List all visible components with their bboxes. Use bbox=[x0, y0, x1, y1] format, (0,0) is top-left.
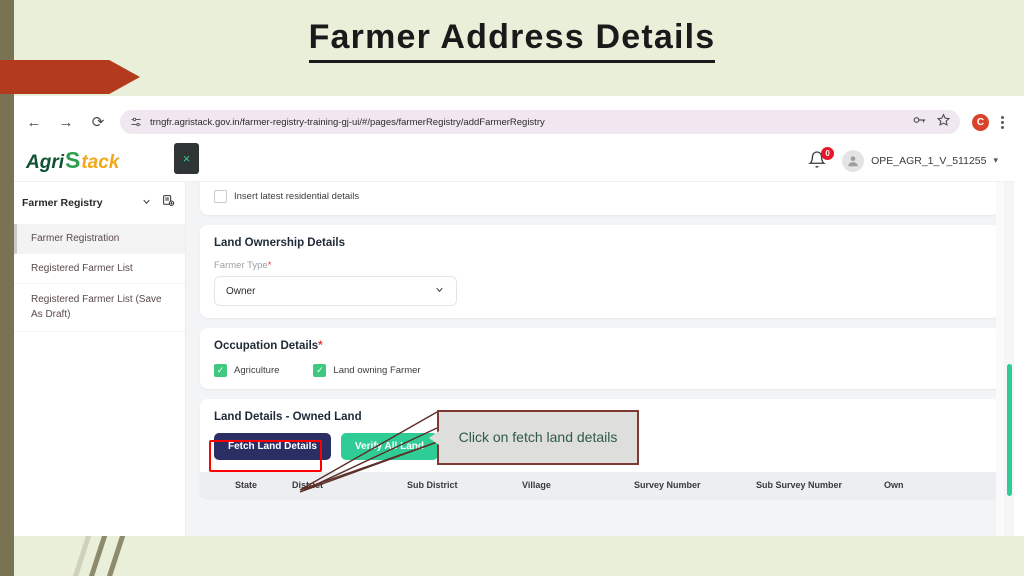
app-header: Agri S tack 0 OPE_AGR_1_V_511255 ▾ bbox=[14, 140, 1014, 182]
annotation-callout: Click on fetch land details bbox=[429, 410, 639, 465]
occupation-title: Occupation Details* bbox=[214, 340, 986, 352]
user-menu[interactable]: OPE_AGR_1_V_511255 ▾ bbox=[842, 149, 998, 172]
occupation-details-card: Occupation Details* ✓ Agriculture ✓ Land… bbox=[200, 328, 1000, 389]
checkbox-icon[interactable] bbox=[214, 190, 227, 203]
table-header-owner: Own bbox=[884, 480, 904, 490]
back-arrow-icon[interactable]: ← bbox=[24, 112, 44, 132]
agristack-logo[interactable]: Agri S tack bbox=[26, 147, 119, 174]
reload-icon[interactable]: ⟳ bbox=[88, 112, 108, 132]
kebab-menu-icon[interactable] bbox=[1001, 115, 1004, 129]
farmer-type-value: Owner bbox=[226, 285, 256, 297]
required-asterisk: * bbox=[318, 340, 323, 352]
sidebar-section-label: Farmer Registry bbox=[22, 197, 103, 209]
logo-leaf-icon: S bbox=[65, 147, 81, 173]
logo-text-tack: tack bbox=[81, 152, 120, 173]
chevron-down-icon[interactable] bbox=[434, 284, 445, 298]
sidebar-item-registered-farmer-list[interactable]: Registered Farmer List bbox=[14, 254, 185, 284]
occupation-title-text: Occupation Details bbox=[214, 340, 319, 352]
sidebar: × Farmer Registry Farmer Registration Re… bbox=[14, 143, 199, 536]
forward-arrow-icon[interactable]: → bbox=[56, 112, 76, 132]
sidebar-item-registered-farmer-list-draft[interactable]: Registered Farmer List (Save As Draft) bbox=[14, 284, 185, 332]
add-document-icon[interactable] bbox=[162, 194, 175, 212]
callout-text: Click on fetch land details bbox=[458, 428, 618, 445]
user-icon bbox=[848, 155, 858, 166]
content-scrollbar-track[interactable] bbox=[996, 182, 1004, 536]
browser-profile-avatar[interactable]: C bbox=[972, 113, 989, 131]
insert-latest-residential-details-checkbox[interactable]: Insert latest residential details bbox=[214, 190, 986, 203]
app-header-right: 0 OPE_AGR_1_V_511255 ▾ bbox=[808, 146, 998, 172]
page-title-text: Farmer Address Details bbox=[308, 18, 716, 63]
page-title: Farmer Address Details bbox=[0, 18, 1024, 63]
logo-text-agri: Agri bbox=[26, 152, 64, 173]
notification-badge: 0 bbox=[821, 146, 835, 160]
browser-window: ← → ⟳ trngfr.agristack.gov.in/farmer-reg… bbox=[14, 104, 1014, 536]
occupation-options: ✓ Agriculture ✓ Land owning Farmer bbox=[214, 364, 986, 377]
land-ownership-title: Land Ownership Details bbox=[214, 237, 345, 249]
occupation-checkbox-agriculture[interactable]: ✓ Agriculture bbox=[214, 364, 279, 377]
form-content: Insert latest residential details Land O… bbox=[186, 182, 1014, 536]
notification-bell-button[interactable]: 0 bbox=[808, 146, 835, 172]
table-header-district: District bbox=[292, 480, 324, 490]
checkbox-label: Insert latest residential details bbox=[234, 191, 360, 202]
address-bar[interactable]: trngfr.agristack.gov.in/farmer-registry-… bbox=[120, 110, 960, 134]
key-icon[interactable] bbox=[913, 113, 927, 131]
chevron-down-icon[interactable]: ▾ bbox=[993, 155, 998, 166]
browser-toolbar: ← → ⟳ trngfr.agristack.gov.in/farmer-reg… bbox=[14, 104, 1014, 140]
residential-details-card: Insert latest residential details bbox=[200, 182, 1000, 215]
slide-decorative-stripes bbox=[55, 530, 185, 576]
checkbox-label: Land owning Farmer bbox=[333, 365, 421, 376]
table-header-village: Village bbox=[522, 480, 551, 490]
verify-all-land-button[interactable]: Verify All Land bbox=[340, 433, 438, 460]
star-icon[interactable] bbox=[936, 113, 951, 131]
address-bar-url: trngfr.agristack.gov.in/farmer-registry-… bbox=[150, 116, 545, 128]
tune-icon[interactable] bbox=[130, 116, 142, 128]
chevron-down-icon[interactable] bbox=[141, 194, 152, 212]
required-asterisk: * bbox=[267, 260, 272, 271]
username-label: OPE_AGR_1_V_511255 bbox=[871, 154, 987, 167]
table-header-state: State bbox=[234, 480, 257, 490]
occupation-checkbox-land-owning-farmer[interactable]: ✓ Land owning Farmer bbox=[313, 364, 421, 377]
fetch-land-details-button[interactable]: Fetch Land Details bbox=[214, 433, 331, 460]
farmer-type-select[interactable]: Owner bbox=[214, 276, 457, 306]
sidebar-item-farmer-registration[interactable]: Farmer Registration bbox=[14, 224, 185, 254]
agristack-app: Agri S tack 0 OPE_AGR_1_V_511255 ▾ × Far… bbox=[14, 140, 1014, 536]
land-ownership-details-card: Land Ownership Details Farmer Type* Owne… bbox=[200, 225, 1000, 318]
land-table-header-row: State District Sub District Village Surv… bbox=[200, 472, 1000, 498]
checkbox-checked-icon[interactable]: ✓ bbox=[313, 364, 327, 377]
table-header-sub-survey-number: Sub Survey Number bbox=[756, 480, 843, 490]
table-header-sub-district: Sub District bbox=[407, 480, 458, 490]
table-header-survey-number: Survey Number bbox=[634, 480, 701, 490]
page-scrollbar-thumb[interactable] bbox=[1007, 364, 1012, 496]
checkbox-label: Agriculture bbox=[234, 365, 280, 376]
app-body: × Farmer Registry Farmer Registration Re… bbox=[14, 143, 1014, 536]
callout-pointer bbox=[429, 430, 439, 445]
close-icon[interactable]: × bbox=[174, 143, 199, 174]
farmer-type-label: Farmer Type* bbox=[214, 260, 986, 271]
farmer-type-label-text: Farmer Type bbox=[214, 260, 268, 271]
sidebar-section-farmer-registry[interactable]: Farmer Registry bbox=[14, 182, 185, 224]
checkbox-checked-icon[interactable]: ✓ bbox=[214, 364, 227, 377]
avatar bbox=[842, 149, 865, 172]
